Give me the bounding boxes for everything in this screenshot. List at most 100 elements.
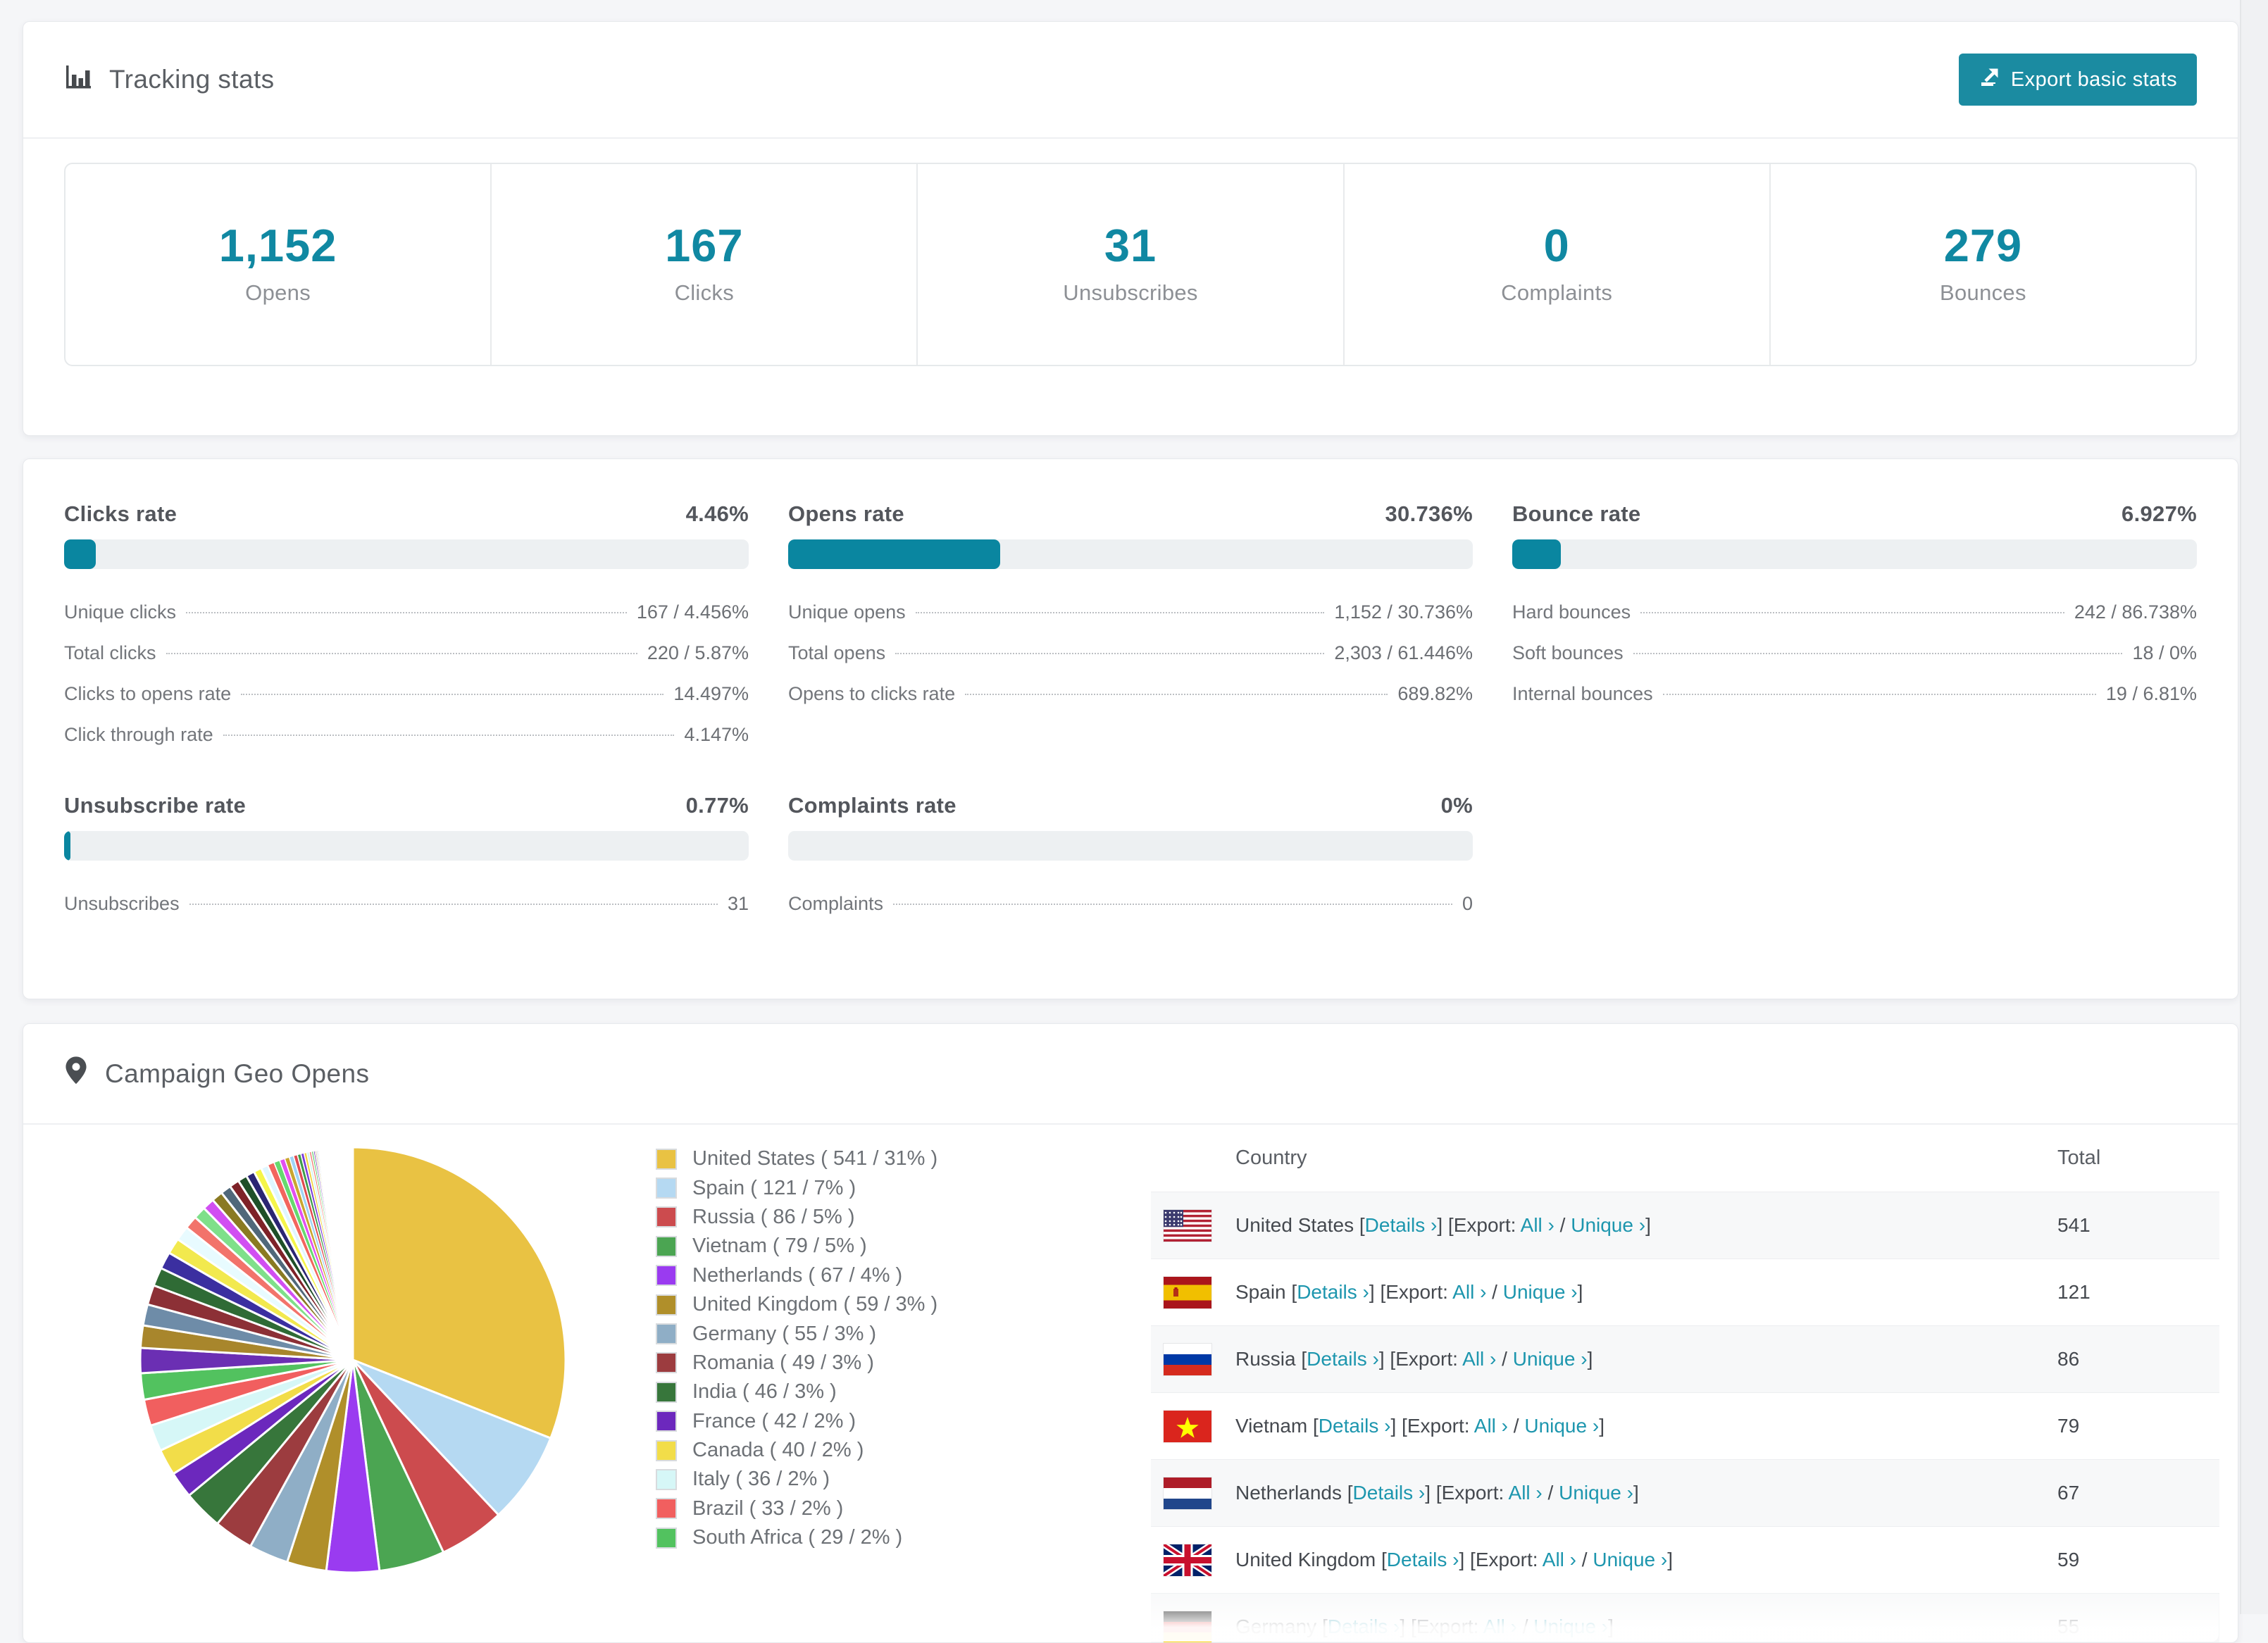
leader-dots [895, 653, 1325, 654]
details-link[interactable]: Details › [1387, 1549, 1459, 1570]
rates-card: Clicks rate 4.46% Unique clicks 167 / 4.456… [23, 458, 2238, 999]
legend-item[interactable]: India ( 46 / 3% ) [656, 1378, 1107, 1406]
legend-label: Russia ( 86 / 5% ) [692, 1205, 855, 1228]
stat-value: 279 [1943, 220, 2023, 271]
rate-row-value: 2,303 / 61.446% [1334, 642, 1473, 663]
details-link[interactable]: Details › [1297, 1281, 1369, 1303]
geo-table: Country Total United States [Details ›] [… [1151, 1125, 2219, 1642]
legend-item[interactable]: United States ( 541 / 31% ) [656, 1144, 1107, 1173]
export-all-link[interactable]: All › [1521, 1214, 1554, 1236]
leader-dots [1640, 612, 2064, 613]
nl-flag-icon [1163, 1476, 1212, 1510]
row-total: 55 [2057, 1616, 2080, 1637]
row-total: 59 [2057, 1549, 2080, 1570]
gb-flag-icon [1161, 1541, 1214, 1579]
legend-item[interactable]: Italy ( 36 / 2% ) [656, 1465, 1107, 1494]
stat-value: 1,152 [218, 220, 337, 271]
table-row-de: Germany [Details ›] [Export: All › / Uni… [1151, 1593, 2219, 1642]
page-scrollbar[interactable] [2240, 0, 2268, 1614]
export-all-link[interactable]: All › [1509, 1482, 1543, 1504]
rate-row-label: Total clicks [64, 642, 156, 663]
country-name: United States [1235, 1214, 1359, 1236]
leader-dots [915, 612, 1325, 613]
details-link[interactable]: Details › [1307, 1348, 1379, 1370]
legend-swatch [656, 1235, 677, 1257]
leader-dots [893, 904, 1452, 905]
leader-dots [241, 694, 664, 695]
country-cell: Germany [Details ›] [Export: All › / Uni… [1235, 1616, 1614, 1637]
legend-item[interactable]: Vietnam ( 79 / 5% ) [656, 1232, 1107, 1261]
rate-row: Unsubscribes 31 [64, 893, 749, 917]
rate-row-label: Complaints [788, 893, 884, 914]
export-unique-link[interactable]: Unique › [1533, 1616, 1608, 1637]
export-unique-link[interactable]: Unique › [1571, 1214, 1645, 1236]
leader-dots [186, 612, 627, 613]
export-all-link[interactable]: All › [1474, 1415, 1508, 1437]
legend-item[interactable]: Canada ( 40 / 2% ) [656, 1436, 1107, 1465]
rate-value: 0.77% [685, 793, 749, 818]
row-total: 79 [2057, 1415, 2080, 1437]
rate-row: Hard bounces 242 / 86.738% [1512, 601, 2197, 625]
legend-item[interactable]: Romania ( 49 / 3% ) [656, 1349, 1107, 1378]
leader-dots [189, 904, 718, 905]
row-total: 121 [2057, 1281, 2091, 1303]
stat-value: 31 [1104, 220, 1157, 271]
rate-value: 0% [1440, 793, 1473, 818]
legend-item[interactable]: Netherlands ( 67 / 4% ) [656, 1261, 1107, 1290]
rate-block-clicks-rate: Clicks rate 4.46% Unique clicks 167 / 4.456… [64, 501, 749, 765]
stat-label: Bounces [1940, 280, 2026, 305]
rate-row-label: Unique opens [788, 601, 906, 623]
legend-item[interactable]: United Kingdom ( 59 / 3% ) [656, 1290, 1107, 1319]
column-header-total: Total [2057, 1147, 2101, 1169]
legend-item[interactable]: Germany ( 55 / 3% ) [656, 1319, 1107, 1348]
country-name: Russia [1235, 1348, 1302, 1370]
legend-item[interactable]: South Africa ( 29 / 2% ) [656, 1523, 1107, 1552]
rate-row-label: Opens to clicks rate [788, 683, 956, 704]
page: Tracking stats Export basic stats 1,152 O… [23, 21, 2238, 1643]
legend-swatch [656, 1265, 677, 1287]
export-unique-link[interactable]: Unique › [1513, 1348, 1588, 1370]
export-unique-link[interactable]: Unique › [1593, 1549, 1667, 1570]
ru-flag-icon [1163, 1342, 1212, 1376]
rate-row-label: Hard bounces [1512, 601, 1631, 623]
rate-row-value: 0 [1462, 893, 1473, 914]
rate-row: Complaints 0 [788, 893, 1473, 917]
legend-item[interactable]: France ( 42 / 2% ) [656, 1407, 1107, 1436]
rate-row-value: 1,152 / 30.736% [1334, 601, 1473, 623]
de-flag-icon [1163, 1610, 1212, 1642]
table-row-gb: United Kingdom [Details ›] [Export: All … [1151, 1526, 2219, 1593]
export-basic-stats-button[interactable]: Export basic stats [1958, 54, 2197, 106]
details-link[interactable]: Details › [1328, 1616, 1400, 1637]
rate-row-value: 4.147% [684, 724, 749, 745]
country-name: Netherlands [1235, 1482, 1347, 1504]
legend-item[interactable]: Russia ( 86 / 5% ) [656, 1203, 1107, 1232]
leader-dots [1633, 653, 2123, 654]
legend-swatch [656, 1411, 677, 1432]
details-link[interactable]: Details › [1319, 1415, 1391, 1437]
export-all-link[interactable]: All › [1452, 1281, 1486, 1303]
stat-label: Clicks [674, 280, 735, 305]
leader-dots [965, 694, 1388, 695]
country-name: United Kingdom [1235, 1549, 1382, 1570]
export-unique-link[interactable]: Unique › [1559, 1482, 1633, 1504]
legend-item[interactable]: Brazil ( 33 / 2% ) [656, 1494, 1107, 1523]
rate-block-unsubscribe-rate: Unsubscribe rate 0.77% Unsubscribes 31 [64, 793, 749, 934]
bar-chart-icon [64, 63, 92, 97]
export-all-link[interactable]: All › [1543, 1549, 1576, 1570]
rate-block-opens-rate: Opens rate 30.736% Unique opens 1,152 / 30.… [788, 501, 1473, 765]
country-name: Spain [1235, 1281, 1292, 1303]
rate-row: Total opens 2,303 / 61.446% [788, 642, 1473, 666]
details-link[interactable]: Details › [1365, 1214, 1438, 1236]
details-link[interactable]: Details › [1353, 1482, 1426, 1504]
country-cell: United States [Details ›] [Export: All ›… [1235, 1214, 1651, 1236]
legend-swatch [656, 1498, 677, 1520]
rate-block-complaints-rate: Complaints rate 0% Complaints 0 [788, 793, 1473, 934]
table-row-nl: Netherlands [Details ›] [Export: All › /… [1151, 1459, 2219, 1526]
export-unique-link[interactable]: Unique › [1524, 1415, 1599, 1437]
export-all-link[interactable]: All › [1483, 1616, 1517, 1637]
vn-flag-icon [1163, 1409, 1212, 1443]
export-all-link[interactable]: All › [1462, 1348, 1496, 1370]
export-unique-link[interactable]: Unique › [1503, 1281, 1578, 1303]
legend-item[interactable]: Spain ( 121 / 7% ) [656, 1173, 1107, 1202]
legend-label: India ( 46 / 3% ) [692, 1380, 837, 1404]
